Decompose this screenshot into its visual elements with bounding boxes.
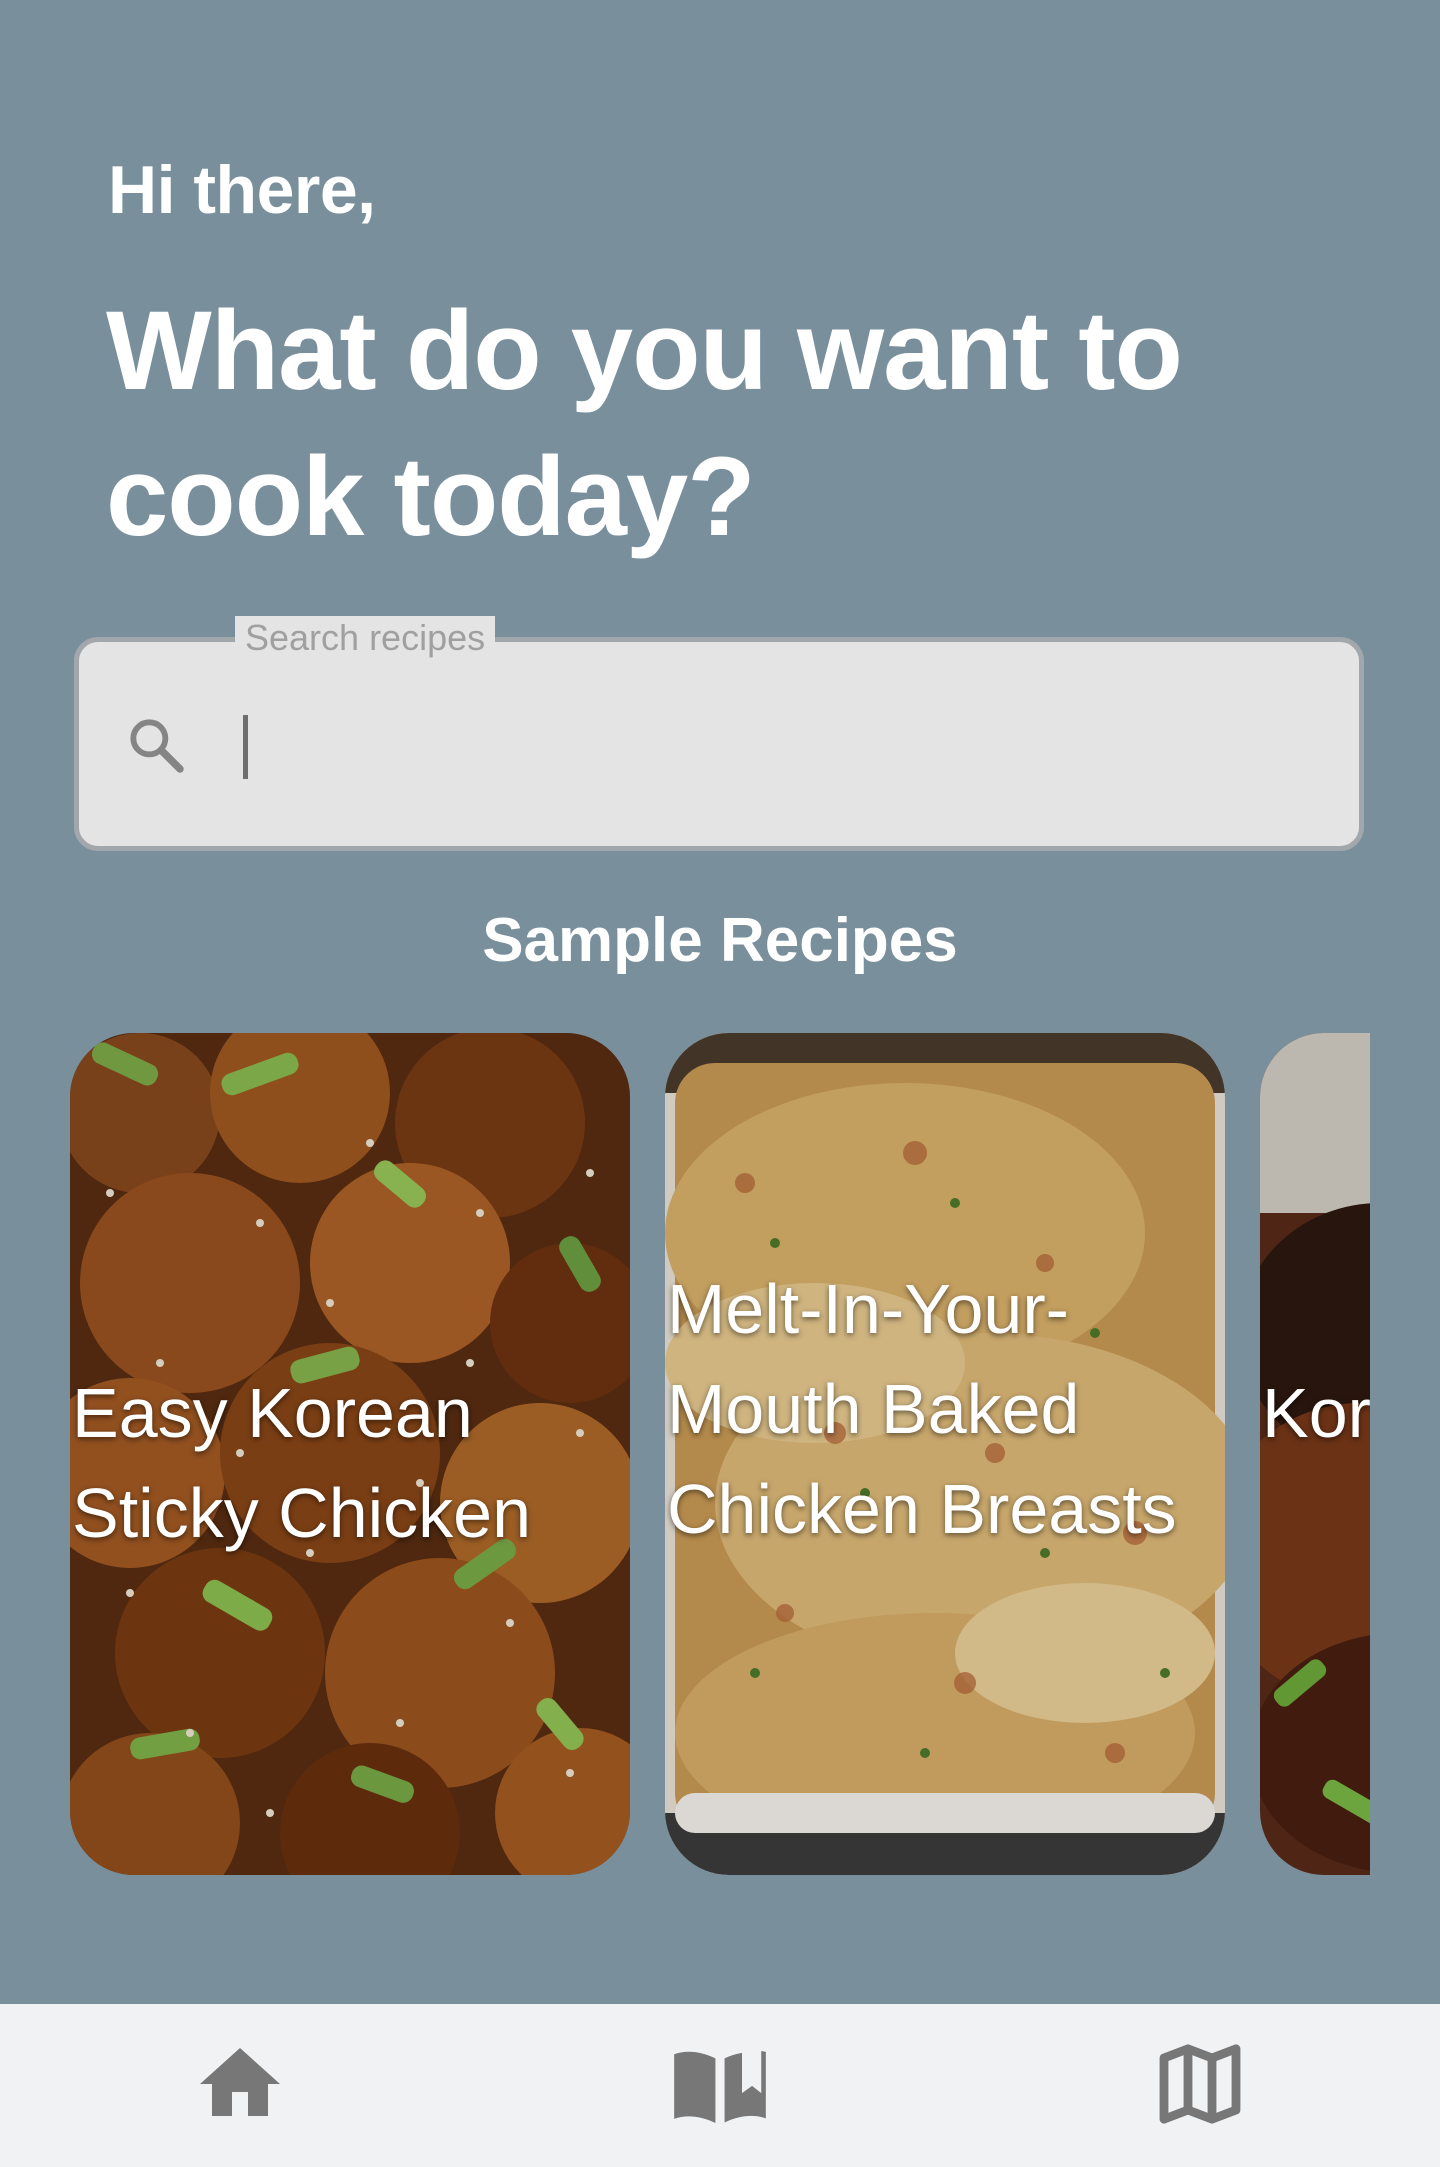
recipe-carousel[interactable]: Easy Korean Sticky Chicken Melt-In-Your-… — [70, 1033, 1370, 1875]
book-icon — [674, 2051, 766, 2123]
recipe-title: Melt-In-Your-Mouth Baked Chicken Breasts — [667, 1270, 1177, 1548]
greeting-text: Hi there, — [108, 152, 376, 228]
nav-map-button[interactable] — [1145, 2034, 1255, 2134]
map-icon — [1159, 2044, 1241, 2124]
search-icon — [130, 719, 184, 773]
text-cursor — [243, 715, 248, 779]
nav-home-button[interactable] — [185, 2034, 295, 2134]
recipe-card[interactable]: Melt-In-Your-Mouth Baked Chicken Breasts — [665, 1033, 1225, 1875]
search-input[interactable] — [225, 704, 1319, 786]
nav-recipes-button[interactable] — [665, 2034, 775, 2134]
search-field[interactable]: Search recipes — [74, 616, 1364, 851]
recipe-title: Easy Korean Sticky Chicken — [72, 1374, 532, 1552]
bottom-navigation — [0, 2004, 1440, 2167]
page-headline: What do you want to cook today? — [106, 288, 1183, 559]
recipe-card[interactable]: Korean Chicken — [1260, 1033, 1370, 1875]
home-icon — [200, 2048, 280, 2116]
recipe-card[interactable]: Easy Korean Sticky Chicken — [70, 1033, 630, 1875]
section-title: Sample Recipes — [482, 906, 958, 975]
recipe-title: Korean Chicken — [1262, 1374, 1370, 1452]
search-label: Search recipes — [235, 616, 496, 660]
